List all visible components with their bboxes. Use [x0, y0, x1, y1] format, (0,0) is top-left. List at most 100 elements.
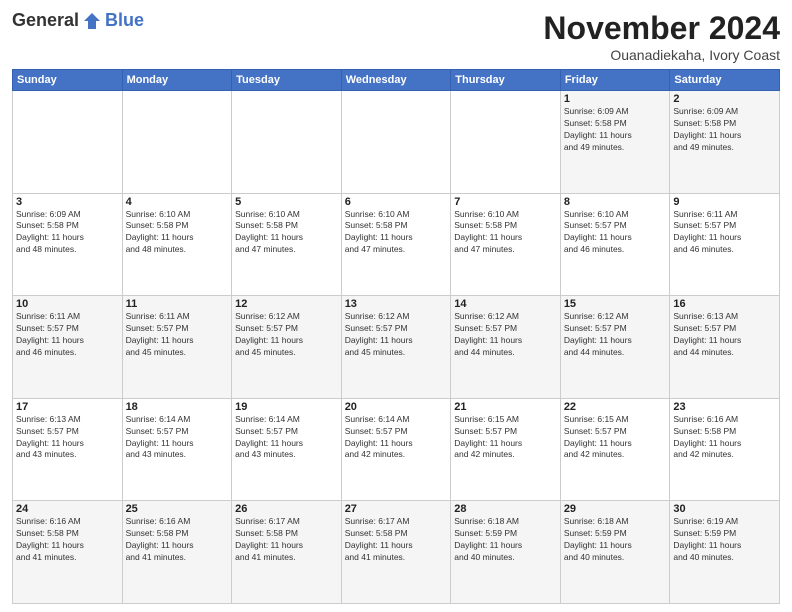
weekday-header-sunday: Sunday: [13, 70, 123, 91]
logo-blue: Blue: [105, 10, 144, 31]
day-number: 19: [235, 401, 338, 413]
day-number: 28: [454, 503, 557, 515]
day-number: 1: [564, 93, 667, 105]
calendar-cell: [451, 91, 561, 194]
day-number: 14: [454, 298, 557, 310]
calendar-cell: 12Sunrise: 6:12 AMSunset: 5:57 PMDayligh…: [232, 296, 342, 399]
weekday-header-wednesday: Wednesday: [341, 70, 451, 91]
calendar-cell: 16Sunrise: 6:13 AMSunset: 5:57 PMDayligh…: [670, 296, 780, 399]
day-number: 11: [126, 298, 229, 310]
day-number: 10: [16, 298, 119, 310]
day-number: 9: [673, 196, 776, 208]
day-info: Sunrise: 6:15 AMSunset: 5:57 PMDaylight:…: [564, 414, 667, 462]
day-info: Sunrise: 6:11 AMSunset: 5:57 PMDaylight:…: [126, 311, 229, 359]
day-number: 23: [673, 401, 776, 413]
day-number: 25: [126, 503, 229, 515]
day-info: Sunrise: 6:12 AMSunset: 5:57 PMDaylight:…: [564, 311, 667, 359]
calendar-cell: 2Sunrise: 6:09 AMSunset: 5:58 PMDaylight…: [670, 91, 780, 194]
calendar-cell: 26Sunrise: 6:17 AMSunset: 5:58 PMDayligh…: [232, 501, 342, 604]
calendar-week-2: 3Sunrise: 6:09 AMSunset: 5:58 PMDaylight…: [13, 193, 780, 296]
page: General Blue November 2024 Ouanadiekaha,…: [0, 0, 792, 612]
day-info: Sunrise: 6:09 AMSunset: 5:58 PMDaylight:…: [673, 106, 776, 154]
weekday-header-thursday: Thursday: [451, 70, 561, 91]
day-info: Sunrise: 6:18 AMSunset: 5:59 PMDaylight:…: [454, 516, 557, 564]
day-info: Sunrise: 6:11 AMSunset: 5:57 PMDaylight:…: [673, 209, 776, 257]
calendar-week-4: 17Sunrise: 6:13 AMSunset: 5:57 PMDayligh…: [13, 398, 780, 501]
header: General Blue November 2024 Ouanadiekaha,…: [12, 10, 780, 63]
calendar-cell: 18Sunrise: 6:14 AMSunset: 5:57 PMDayligh…: [122, 398, 232, 501]
day-number: 26: [235, 503, 338, 515]
day-info: Sunrise: 6:16 AMSunset: 5:58 PMDaylight:…: [126, 516, 229, 564]
month-title: November 2024: [543, 10, 780, 47]
day-info: Sunrise: 6:15 AMSunset: 5:57 PMDaylight:…: [454, 414, 557, 462]
calendar-cell: 7Sunrise: 6:10 AMSunset: 5:58 PMDaylight…: [451, 193, 561, 296]
day-number: 15: [564, 298, 667, 310]
weekday-header-saturday: Saturday: [670, 70, 780, 91]
logo-text: General Blue: [12, 10, 144, 31]
day-number: 21: [454, 401, 557, 413]
day-number: 18: [126, 401, 229, 413]
calendar-cell: 17Sunrise: 6:13 AMSunset: 5:57 PMDayligh…: [13, 398, 123, 501]
weekday-row: SundayMondayTuesdayWednesdayThursdayFrid…: [13, 70, 780, 91]
day-number: 29: [564, 503, 667, 515]
day-number: 2: [673, 93, 776, 105]
day-number: 22: [564, 401, 667, 413]
day-number: 17: [16, 401, 119, 413]
calendar-cell: 20Sunrise: 6:14 AMSunset: 5:57 PMDayligh…: [341, 398, 451, 501]
title-block: November 2024 Ouanadiekaha, Ivory Coast: [543, 10, 780, 63]
day-number: 20: [345, 401, 448, 413]
day-number: 5: [235, 196, 338, 208]
day-info: Sunrise: 6:18 AMSunset: 5:59 PMDaylight:…: [564, 516, 667, 564]
day-info: Sunrise: 6:16 AMSunset: 5:58 PMDaylight:…: [16, 516, 119, 564]
calendar-cell: 29Sunrise: 6:18 AMSunset: 5:59 PMDayligh…: [560, 501, 670, 604]
day-info: Sunrise: 6:12 AMSunset: 5:57 PMDaylight:…: [235, 311, 338, 359]
calendar-cell: 28Sunrise: 6:18 AMSunset: 5:59 PMDayligh…: [451, 501, 561, 604]
weekday-header-monday: Monday: [122, 70, 232, 91]
day-info: Sunrise: 6:14 AMSunset: 5:57 PMDaylight:…: [235, 414, 338, 462]
day-number: 6: [345, 196, 448, 208]
logo-icon: [82, 11, 102, 31]
day-info: Sunrise: 6:10 AMSunset: 5:58 PMDaylight:…: [345, 209, 448, 257]
calendar-table: SundayMondayTuesdayWednesdayThursdayFrid…: [12, 69, 780, 604]
calendar-cell: 1Sunrise: 6:09 AMSunset: 5:58 PMDaylight…: [560, 91, 670, 194]
calendar-cell: 27Sunrise: 6:17 AMSunset: 5:58 PMDayligh…: [341, 501, 451, 604]
weekday-header-friday: Friday: [560, 70, 670, 91]
day-info: Sunrise: 6:14 AMSunset: 5:57 PMDaylight:…: [345, 414, 448, 462]
calendar-cell: 14Sunrise: 6:12 AMSunset: 5:57 PMDayligh…: [451, 296, 561, 399]
day-number: 7: [454, 196, 557, 208]
day-number: 30: [673, 503, 776, 515]
day-info: Sunrise: 6:13 AMSunset: 5:57 PMDaylight:…: [16, 414, 119, 462]
calendar-cell: 24Sunrise: 6:16 AMSunset: 5:58 PMDayligh…: [13, 501, 123, 604]
day-number: 8: [564, 196, 667, 208]
calendar-cell: 19Sunrise: 6:14 AMSunset: 5:57 PMDayligh…: [232, 398, 342, 501]
calendar-week-1: 1Sunrise: 6:09 AMSunset: 5:58 PMDaylight…: [13, 91, 780, 194]
day-number: 12: [235, 298, 338, 310]
calendar-cell: 5Sunrise: 6:10 AMSunset: 5:58 PMDaylight…: [232, 193, 342, 296]
day-info: Sunrise: 6:11 AMSunset: 5:57 PMDaylight:…: [16, 311, 119, 359]
day-info: Sunrise: 6:09 AMSunset: 5:58 PMDaylight:…: [16, 209, 119, 257]
calendar-body: 1Sunrise: 6:09 AMSunset: 5:58 PMDaylight…: [13, 91, 780, 604]
day-number: 13: [345, 298, 448, 310]
calendar-cell: [13, 91, 123, 194]
calendar-cell: 30Sunrise: 6:19 AMSunset: 5:59 PMDayligh…: [670, 501, 780, 604]
day-info: Sunrise: 6:10 AMSunset: 5:57 PMDaylight:…: [564, 209, 667, 257]
calendar-cell: [232, 91, 342, 194]
day-info: Sunrise: 6:10 AMSunset: 5:58 PMDaylight:…: [454, 209, 557, 257]
day-info: Sunrise: 6:09 AMSunset: 5:58 PMDaylight:…: [564, 106, 667, 154]
day-number: 3: [16, 196, 119, 208]
day-info: Sunrise: 6:14 AMSunset: 5:57 PMDaylight:…: [126, 414, 229, 462]
day-info: Sunrise: 6:10 AMSunset: 5:58 PMDaylight:…: [126, 209, 229, 257]
calendar-cell: 4Sunrise: 6:10 AMSunset: 5:58 PMDaylight…: [122, 193, 232, 296]
day-info: Sunrise: 6:12 AMSunset: 5:57 PMDaylight:…: [454, 311, 557, 359]
calendar-week-5: 24Sunrise: 6:16 AMSunset: 5:58 PMDayligh…: [13, 501, 780, 604]
day-number: 4: [126, 196, 229, 208]
day-info: Sunrise: 6:16 AMSunset: 5:58 PMDaylight:…: [673, 414, 776, 462]
calendar-cell: 13Sunrise: 6:12 AMSunset: 5:57 PMDayligh…: [341, 296, 451, 399]
calendar-cell: 8Sunrise: 6:10 AMSunset: 5:57 PMDaylight…: [560, 193, 670, 296]
calendar-cell: 11Sunrise: 6:11 AMSunset: 5:57 PMDayligh…: [122, 296, 232, 399]
calendar-cell: 9Sunrise: 6:11 AMSunset: 5:57 PMDaylight…: [670, 193, 780, 296]
weekday-header-tuesday: Tuesday: [232, 70, 342, 91]
calendar-cell: 15Sunrise: 6:12 AMSunset: 5:57 PMDayligh…: [560, 296, 670, 399]
calendar-cell: 22Sunrise: 6:15 AMSunset: 5:57 PMDayligh…: [560, 398, 670, 501]
calendar-cell: [122, 91, 232, 194]
